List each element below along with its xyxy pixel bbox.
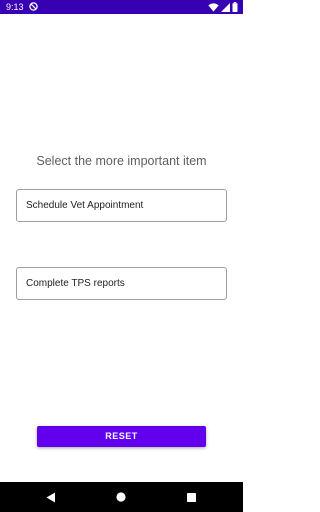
item-option-1[interactable]: Schedule Vet Appointment — [16, 189, 227, 222]
app-screen: 9:13 Select the more important item Sche… — [0, 0, 243, 512]
recents-icon[interactable] — [183, 489, 199, 505]
item-option-2[interactable]: Complete TPS reports — [16, 267, 227, 300]
battery-icon — [232, 2, 238, 12]
reset-button[interactable]: RESET — [37, 426, 206, 447]
dnd-icon — [29, 2, 38, 11]
status-icons — [208, 2, 238, 12]
item-option-2-label: Complete TPS reports — [26, 278, 125, 289]
status-bar: 9:13 — [0, 0, 243, 14]
back-icon[interactable] — [43, 489, 59, 505]
navigation-bar — [0, 482, 243, 512]
prompt-text: Select the more important item — [36, 154, 207, 168]
signal-icon — [221, 2, 230, 12]
wifi-icon — [208, 2, 219, 12]
home-icon[interactable] — [113, 489, 129, 505]
status-time: 9:13 — [6, 2, 24, 12]
item-option-1-label: Schedule Vet Appointment — [26, 200, 144, 211]
